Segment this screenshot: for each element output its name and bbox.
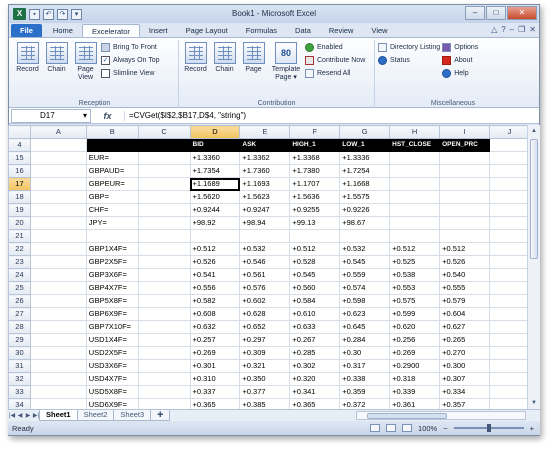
options-label: Options <box>454 43 479 51</box>
enabled-label: Enabled <box>317 43 343 51</box>
checkbox-unchecked-icon <box>101 68 110 78</box>
tab-file[interactable]: File <box>11 24 42 37</box>
tab-excelerator[interactable]: Excelerator <box>81 24 140 37</box>
formula-input[interactable]: =CVGet($I$2,$B17,D$4, "string") <box>125 111 246 120</box>
workbook-close-icon[interactable]: ✕ <box>529 25 536 34</box>
reception-record-label: Record <box>16 66 39 73</box>
slimline-view-checkbox[interactable]: Slimline View <box>101 68 160 78</box>
tab-home[interactable]: Home <box>44 24 82 37</box>
status-label: Status <box>390 56 410 64</box>
name-box-value: D17 <box>40 110 55 120</box>
contribution-record-label: Record <box>184 66 207 73</box>
directory-listing-icon <box>378 42 387 52</box>
reception-record-button[interactable]: Record <box>14 40 41 108</box>
status-icon <box>378 55 387 65</box>
status-button[interactable]: Status <box>378 55 440 65</box>
bring-to-front-icon <box>101 42 110 52</box>
tab-review[interactable]: Review <box>320 24 363 37</box>
contribute-now-icon <box>305 55 314 65</box>
page-view-line1: Page <box>77 66 94 73</box>
record-grid-icon <box>16 42 39 64</box>
tab-page-layout[interactable]: Page Layout <box>177 24 237 37</box>
template-page-icon: 80 <box>275 42 297 64</box>
page-view-icon <box>74 42 97 64</box>
formula-bar: D17 ▾ fx =CVGet($I$2,$B17,D$4, "string") <box>9 108 539 124</box>
minimize-ribbon-icon[interactable]: △ <box>491 25 497 34</box>
contribution-page-label: Page <box>245 66 262 73</box>
workbook-restore-icon[interactable]: ❐ <box>518 25 525 34</box>
about-button[interactable]: About <box>442 55 478 65</box>
bring-to-front-label: Bring To Front <box>113 43 157 51</box>
contribution-record-button[interactable]: Record <box>182 40 209 108</box>
checkbox-checked-icon: ✓ <box>101 55 110 65</box>
template-line1: Template <box>271 66 301 73</box>
directory-listing-label: Directory Listing <box>390 43 441 51</box>
workbook-minimize-icon[interactable]: – <box>510 25 514 34</box>
chain-grid-icon <box>213 42 236 64</box>
resend-all-icon <box>305 68 314 78</box>
misc-col-2: Options About Help <box>442 40 478 108</box>
ribbon: Record Chain Page View Bring To Front ✓ Al… <box>9 37 539 108</box>
window-title: Book1 - Microsoft Excel <box>231 9 317 18</box>
minimize-button[interactable]: – <box>465 6 485 20</box>
template-page-button[interactable]: 80 Template Page ▾ <box>269 40 303 108</box>
insert-function-icon[interactable]: fx <box>91 110 125 121</box>
contribution-chain-button[interactable]: Chain <box>211 40 238 108</box>
about-label: About <box>454 56 473 64</box>
about-icon <box>442 55 452 65</box>
name-box[interactable]: D17 ▾ <box>11 108 91 123</box>
miscellaneous-group-label: Miscellaneous <box>430 100 476 107</box>
tab-data[interactable]: Data <box>286 24 320 37</box>
contribution-page-button[interactable]: Page <box>240 40 267 108</box>
resend-all-button[interactable]: Resend All <box>305 68 365 78</box>
excel-window: X ▪ ↶ ↷ ▾ Book1 - Microsoft Excel – □ ✕ … <box>8 4 540 436</box>
record-grid-icon <box>184 42 207 64</box>
tab-insert[interactable]: Insert <box>140 24 177 37</box>
always-on-top-label: Always On Top <box>113 56 160 64</box>
reception-page-view-button[interactable]: Page View <box>72 40 99 108</box>
enabled-icon <box>305 42 314 52</box>
contribution-options: Enabled Contribute Now Resend All <box>305 40 365 108</box>
window-controls: – □ ✕ <box>465 6 537 20</box>
help-label: Help <box>454 69 469 77</box>
tab-view[interactable]: View <box>362 24 396 37</box>
chevron-down-icon[interactable]: ▾ <box>83 110 87 122</box>
group-miscellaneous: Directory Listing Status Options About H… <box>375 40 531 108</box>
ribbon-right-controls: △ ? – ❐ ✕ <box>491 25 536 34</box>
contribution-chain-label: Chain <box>215 66 234 73</box>
reception-page-view-label: Page View <box>77 66 93 82</box>
resend-all-label: Resend All <box>317 69 351 77</box>
maximize-button[interactable]: □ <box>486 6 506 20</box>
reception-chain-label: Chain <box>47 66 66 73</box>
help-button[interactable]: Help <box>442 68 478 78</box>
tab-formulas[interactable]: Formulas <box>237 24 286 37</box>
title-bar: X ▪ ↶ ↷ ▾ Book1 - Microsoft Excel – □ ✕ <box>9 5 539 23</box>
options-icon <box>442 42 452 52</box>
options-button[interactable]: Options <box>442 42 478 52</box>
template-line2: Page ▾ <box>275 74 297 81</box>
close-button[interactable]: ✕ <box>507 6 537 20</box>
group-reception: Record Chain Page View Bring To Front ✓ Al… <box>11 40 179 108</box>
page-grid-icon <box>242 42 265 64</box>
reception-chain-button[interactable]: Chain <box>43 40 70 108</box>
reception-options: Bring To Front ✓ Always On Top Slimline V… <box>101 40 160 108</box>
contribution-group-label: Contribution <box>257 100 296 107</box>
reception-group-label: Reception <box>78 100 111 107</box>
template-page-label: Template Page ▾ <box>272 66 300 82</box>
contribute-now-button[interactable]: Contribute Now <box>305 55 365 65</box>
help-icon[interactable]: ? <box>501 25 505 34</box>
chain-grid-icon <box>45 42 68 64</box>
misc-col-1: Directory Listing Status <box>378 40 440 108</box>
directory-listing-button[interactable]: Directory Listing <box>378 42 440 52</box>
contribute-now-label: Contribute Now <box>317 56 366 64</box>
ribbon-tabs: File Home Excelerator Insert Page Layout… <box>9 23 539 37</box>
group-contribution: Record Chain Page 80 Template Page ▾ Enab… <box>179 40 375 108</box>
page-view-line2: View <box>77 74 94 81</box>
bring-to-front-button[interactable]: Bring To Front <box>101 42 160 52</box>
slimline-view-label: Slimline View <box>113 69 155 77</box>
always-on-top-checkbox[interactable]: ✓ Always On Top <box>101 55 160 65</box>
enabled-toggle[interactable]: Enabled <box>305 42 365 52</box>
help-question-icon <box>442 68 452 78</box>
